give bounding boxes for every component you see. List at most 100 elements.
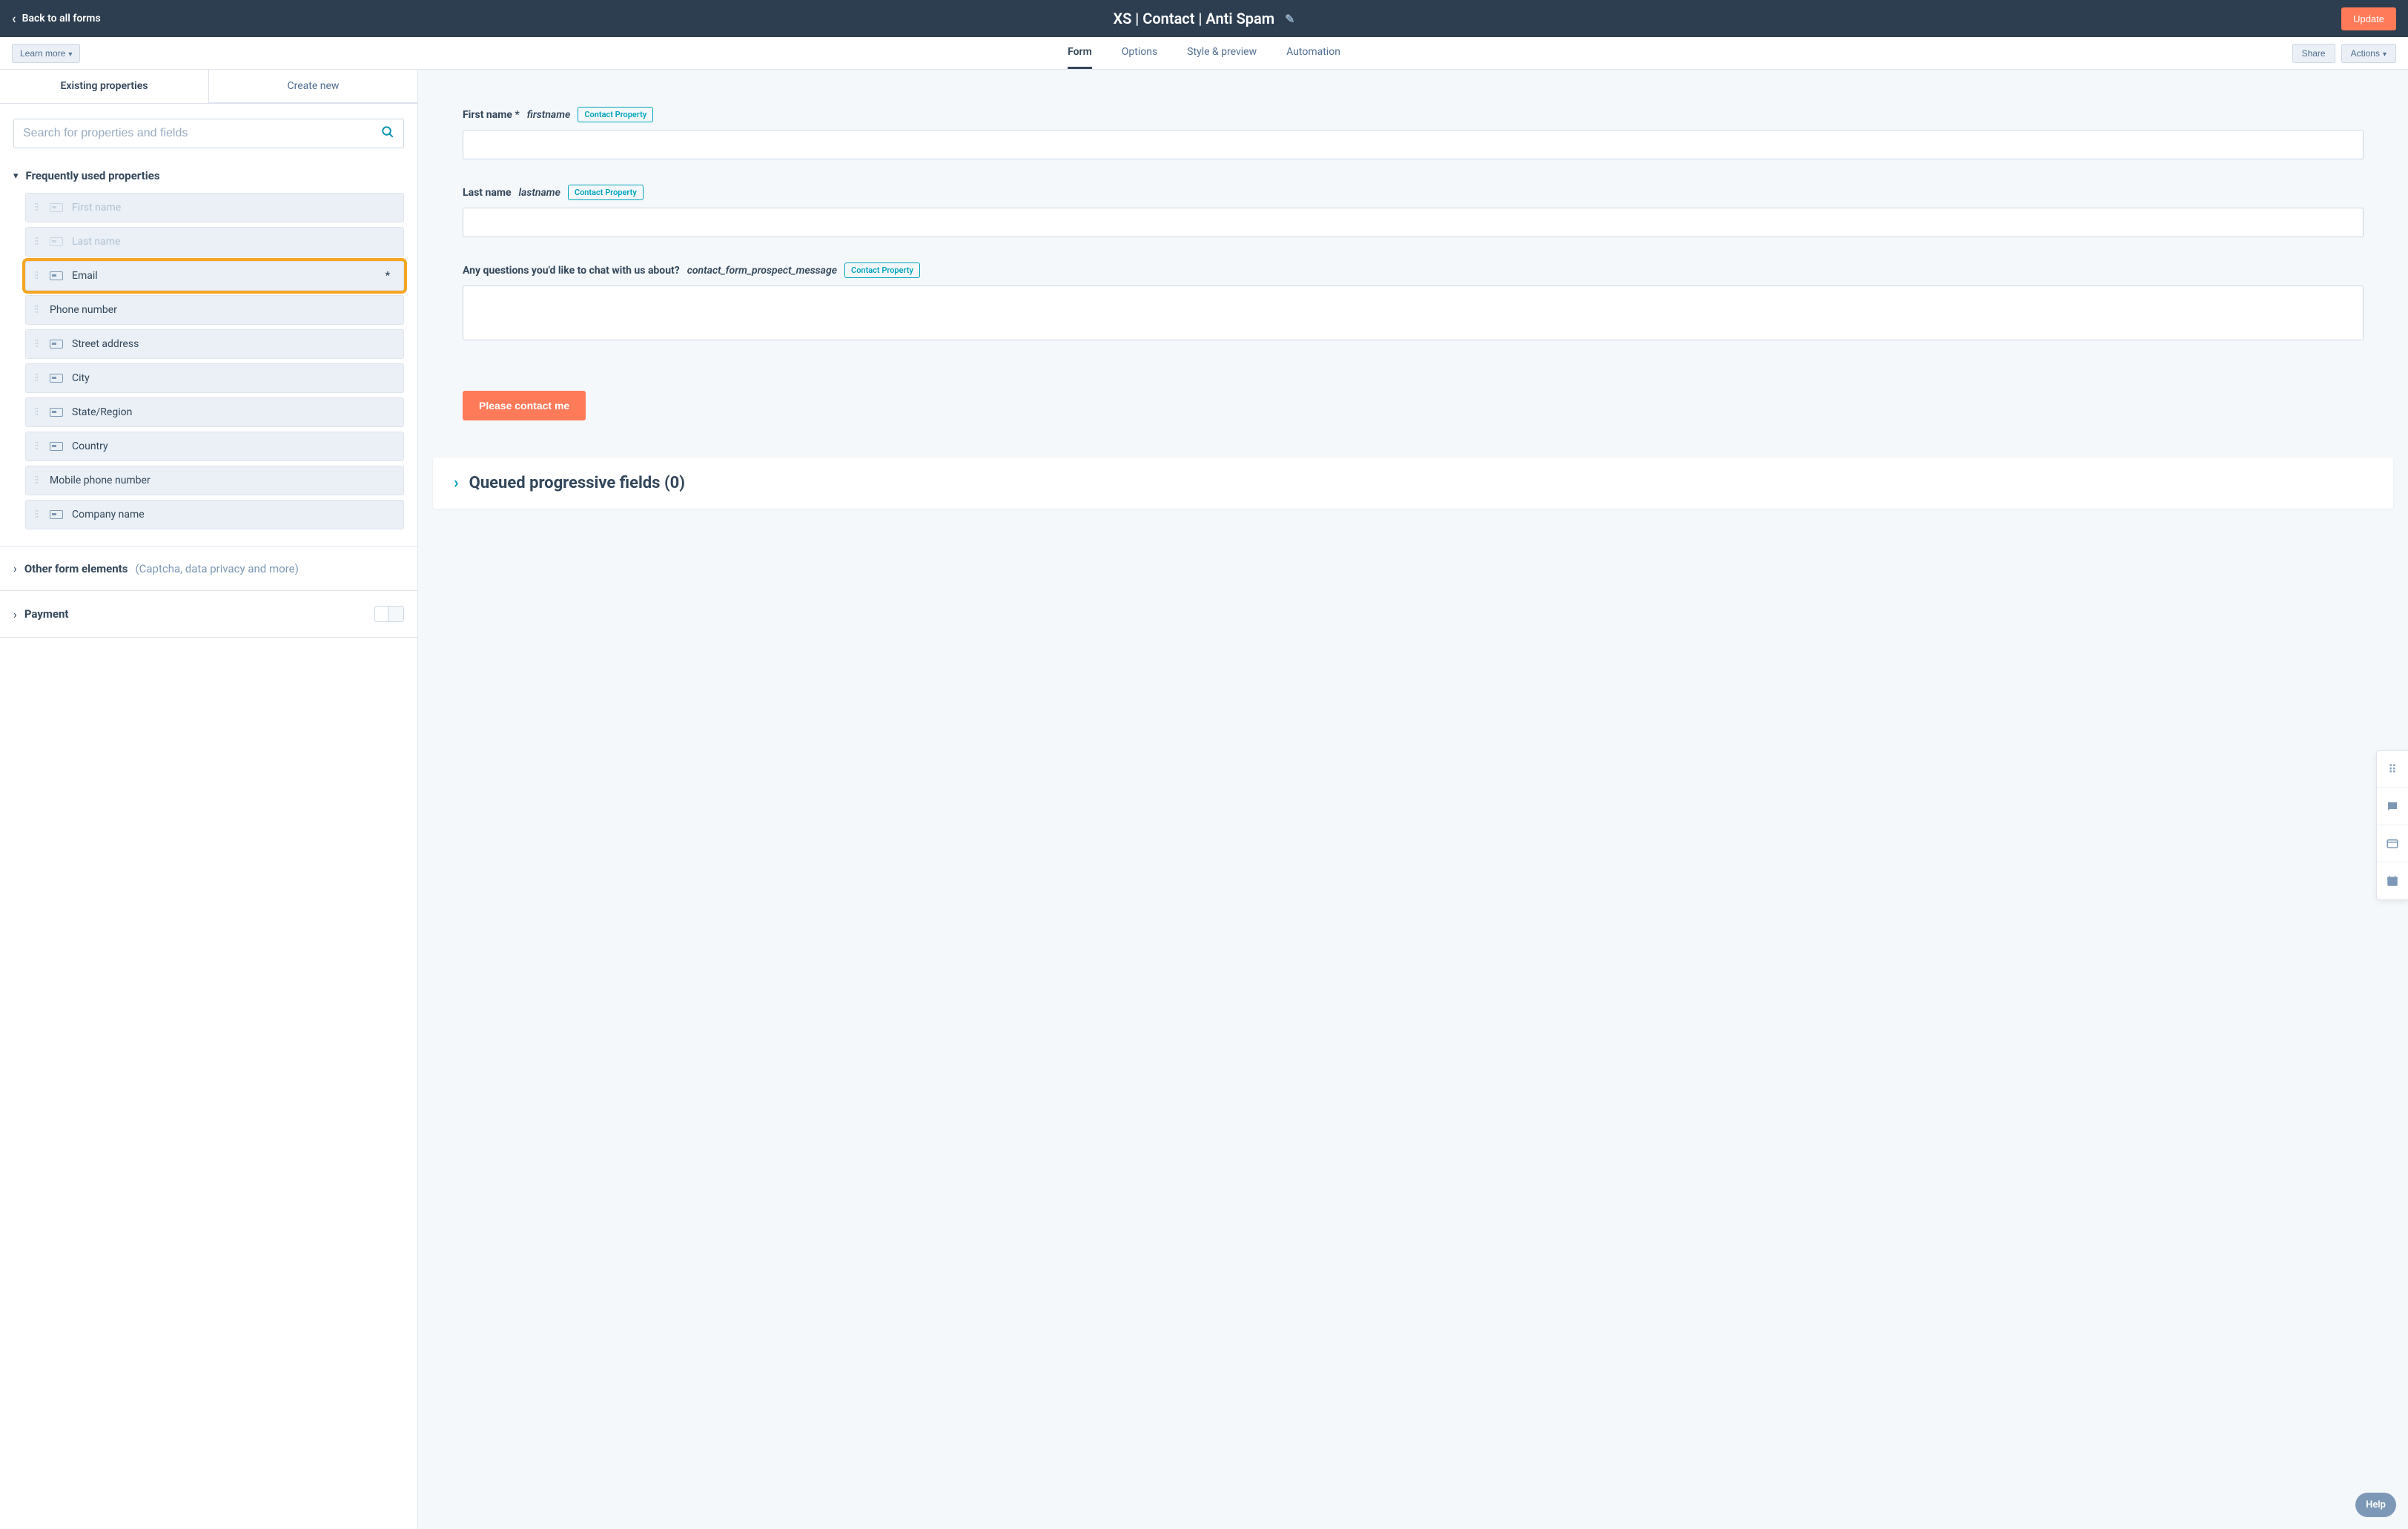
property-label: City — [72, 372, 394, 384]
section-head-other[interactable]: › Other form elements (Captcha, data pri… — [13, 561, 404, 575]
caret-down-icon — [2383, 48, 2386, 59]
right-panel: First name *firstnameContact Property Las… — [418, 70, 2408, 1529]
field-internal-name: lastname — [519, 187, 560, 199]
property-item[interactable]: ······ Company name — [25, 500, 404, 529]
section-subtitle: (Captcha, data privacy and more) — [135, 562, 298, 575]
property-item[interactable]: ······ Mobile phone number — [25, 466, 404, 495]
property-list: ······ First name ······ Last name ······Ema… — [13, 182, 404, 529]
left-panel: Existing properties Create new ▾ Frequen… — [0, 70, 418, 1529]
submit-button[interactable]: Please contact me — [463, 391, 586, 420]
actions-button[interactable]: Actions — [2341, 44, 2396, 63]
drag-handle-icon[interactable]: ······ — [35, 203, 41, 212]
drag-handle-icon[interactable]: ······ — [35, 374, 41, 383]
search-input[interactable] — [23, 127, 381, 140]
text-field-icon — [50, 340, 63, 349]
property-label: Country — [72, 440, 394, 452]
tab-automation[interactable]: Automation — [1286, 37, 1340, 69]
property-item[interactable]: ······ Country — [25, 432, 404, 461]
section-frequently-used: ▾ Frequently used properties ······ First… — [0, 157, 417, 546]
left-tabs: Existing properties Create new — [0, 70, 417, 104]
chevron-left-icon: ‹ — [12, 11, 16, 27]
form-input[interactable] — [463, 208, 2364, 237]
secondary-bar: Learn more Form Options Style & preview … — [0, 37, 2408, 70]
float-toolbar: ⠿ — [2376, 750, 2408, 900]
property-label: Phone number — [50, 304, 394, 316]
form-field[interactable]: First name *firstnameContact Property — [463, 107, 2364, 159]
tab-existing-properties[interactable]: Existing properties — [0, 70, 209, 103]
required-mark: * — [386, 270, 394, 282]
field-label: Any questions you'd like to chat with us… — [463, 265, 680, 277]
chat-icon[interactable] — [2377, 788, 2408, 825]
back-link[interactable]: ‹ Back to all forms — [12, 11, 101, 27]
field-label-row: First name *firstnameContact Property — [463, 107, 2364, 122]
nav-tabs: Form Options Style & preview Automation — [1068, 37, 1340, 69]
field-label: Last name — [463, 187, 512, 199]
property-type-badge: Contact Property — [578, 107, 653, 122]
drag-handle-icon[interactable]: ······ — [35, 510, 41, 519]
property-item[interactable]: ······ State/Region — [25, 397, 404, 427]
drag-handle-icon[interactable]: ······ — [35, 237, 41, 246]
form-field[interactable]: Last name lastname Contact Property — [463, 185, 2364, 237]
tab-options[interactable]: Options — [1122, 37, 1157, 69]
drag-handle-icon[interactable]: ······ — [35, 408, 41, 417]
learn-more-button[interactable]: Learn more — [12, 44, 80, 63]
queued-title: Queued progressive fields (0) — [469, 474, 685, 492]
section-payment: › Payment — [0, 591, 417, 638]
section-title: Payment — [24, 607, 69, 621]
drag-handle-icon[interactable]: ······ — [35, 340, 41, 349]
property-label: Mobile phone number — [50, 475, 394, 486]
text-field-icon — [50, 442, 63, 451]
property-item[interactable]: ······ First name — [25, 193, 404, 222]
property-label: First name — [72, 202, 394, 214]
pencil-icon[interactable]: ✎ — [1285, 12, 1294, 26]
share-button[interactable]: Share — [2292, 44, 2335, 63]
queued-head[interactable]: › Queued progressive fields (0) — [454, 474, 2372, 492]
form-field[interactable]: Any questions you'd like to chat with us… — [463, 262, 2364, 343]
drag-handle-icon[interactable]: ······ — [35, 476, 41, 485]
back-label: Back to all forms — [22, 13, 101, 24]
field-label: First name * — [463, 109, 520, 121]
property-item[interactable]: ······ Last name — [25, 227, 404, 257]
tab-style-preview[interactable]: Style & preview — [1187, 37, 1257, 69]
section-title: Frequently used properties — [26, 169, 160, 182]
property-label: Last name — [72, 236, 394, 248]
caret-down-icon: ▾ — [13, 171, 19, 182]
property-item[interactable]: ······ City — [25, 363, 404, 393]
section-title: Other form elements — [24, 562, 128, 575]
property-type-badge: Contact Property — [844, 262, 920, 278]
field-internal-name: contact_form_prospect_message — [687, 265, 837, 277]
help-button[interactable]: Help — [2355, 1493, 2396, 1517]
property-item[interactable]: ······ Street address — [25, 329, 404, 359]
text-field-icon — [50, 203, 63, 212]
property-label: State/Region — [72, 406, 394, 418]
tab-create-new[interactable]: Create new — [209, 70, 417, 103]
property-item[interactable]: ······ Phone number — [25, 295, 404, 325]
calendar-icon[interactable] — [2377, 862, 2408, 899]
form-input[interactable] — [463, 130, 2364, 159]
section-head-payment[interactable]: › Payment — [13, 607, 374, 621]
property-label: Company name — [72, 509, 394, 521]
queued-card: › Queued progressive fields (0) — [433, 458, 2393, 509]
section-head-frequently-used[interactable]: ▾ Frequently used properties — [13, 169, 404, 182]
tab-form[interactable]: Form — [1068, 37, 1092, 69]
caret-right-icon: › — [13, 607, 17, 621]
form-preview: First name *firstnameContact Property Las… — [418, 70, 2408, 443]
search-icon[interactable] — [381, 125, 394, 142]
property-label: Street address — [72, 338, 394, 350]
property-type-badge: Contact Property — [568, 185, 644, 200]
form-input[interactable] — [463, 285, 2364, 340]
right-actions: Share Actions — [2292, 44, 2396, 63]
drag-handle-icon[interactable]: ······ — [35, 306, 41, 314]
page-title-wrap: XS | Contact | Anti Spam ✎ — [1113, 10, 1294, 27]
drag-grip-icon[interactable]: ⠿ — [2377, 751, 2408, 788]
section-other-elements: › Other form elements (Captcha, data pri… — [0, 546, 417, 591]
caret-down-icon — [68, 48, 72, 59]
update-button[interactable]: Update — [2341, 7, 2396, 30]
field-label-row: Any questions you'd like to chat with us… — [463, 262, 2364, 278]
property-item[interactable]: ······Email* — [25, 261, 404, 291]
payment-toggle[interactable] — [374, 606, 404, 622]
text-field-icon — [50, 237, 63, 246]
window-icon[interactable] — [2377, 825, 2408, 862]
drag-handle-icon[interactable]: ······ — [35, 442, 41, 451]
drag-handle-icon[interactable]: ······ — [35, 271, 41, 280]
